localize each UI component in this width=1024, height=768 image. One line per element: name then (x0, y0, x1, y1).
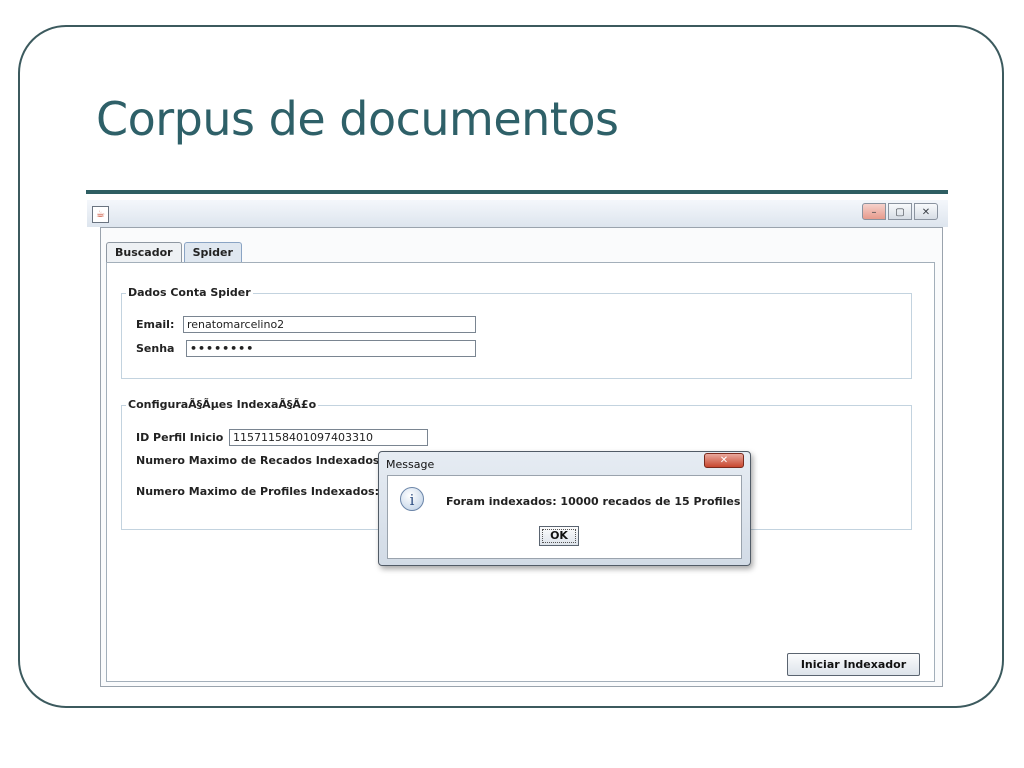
window-controls: – ▢ ✕ (860, 203, 938, 220)
app-screenshot: ☕ – ▢ ✕ Buscador Spider Dados Conta Spid… (87, 200, 948, 695)
email-field[interactable]: renatomarcelino2 (183, 316, 476, 333)
config-group-title: ConfiguraÃ§Ãµes IndexaÃ§Ã£o (126, 398, 319, 411)
start-indexer-button[interactable]: Iniciar Indexador (787, 653, 920, 676)
profile-id-field[interactable]: 11571158401097403310 (229, 429, 428, 446)
title-divider (86, 190, 948, 194)
max-profiles-label: Numero Maximo de Profiles Indexados: (136, 485, 379, 498)
dialog-body: i Foram indexados: 10000 recados de 15 P… (387, 475, 742, 559)
dialog-message: Foram indexados: 10000 recados de 15 Pro… (446, 495, 741, 508)
tab-buscador[interactable]: Buscador (106, 242, 182, 262)
info-icon: i (400, 487, 424, 511)
close-window-button[interactable]: ✕ (914, 203, 938, 220)
maximize-button[interactable]: ▢ (888, 203, 912, 220)
account-group: Dados Conta Spider Email: renatomarcelin… (121, 286, 912, 379)
tab-spider[interactable]: Spider (183, 242, 242, 262)
minimize-button[interactable]: – (862, 203, 886, 220)
tab-strip: Buscador Spider (106, 242, 244, 262)
java-icon: ☕ (92, 206, 109, 223)
email-label: Email: (136, 318, 175, 331)
window-title-bar: ☕ – ▢ ✕ (87, 200, 948, 227)
dialog-close-button[interactable]: ✕ (704, 453, 744, 468)
message-dialog: Message ✕ i Foram indexados: 10000 recad… (378, 451, 751, 566)
password-label: Senha (136, 342, 175, 355)
dialog-title: Message (386, 458, 435, 471)
profile-id-label: ID Perfil Inicio (136, 431, 224, 444)
account-group-title: Dados Conta Spider (126, 286, 253, 299)
slide-title: Corpus de documentos (96, 92, 619, 146)
password-field[interactable]: •••••••• (186, 340, 476, 357)
max-recados-label: Numero Maximo de Recados Indexados: (136, 454, 384, 467)
ok-button[interactable]: OK (539, 526, 579, 546)
